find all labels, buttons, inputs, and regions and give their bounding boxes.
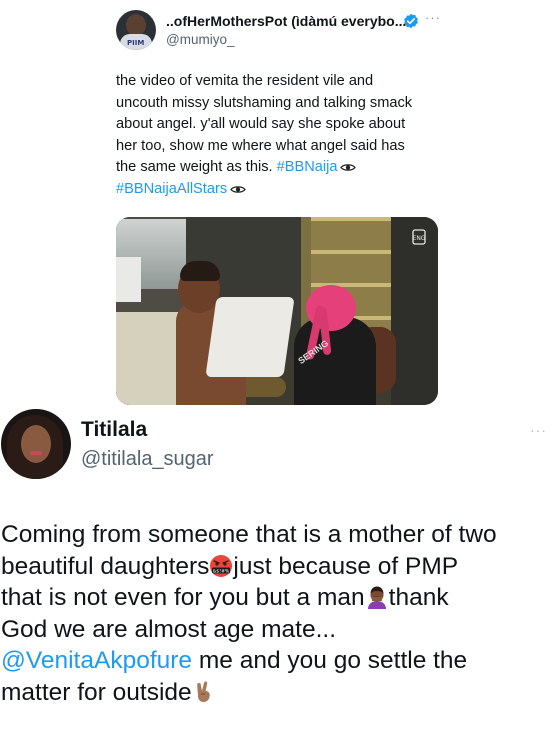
- tweet-text-fragment: matter for outside: [1, 678, 192, 706]
- tweet-text-fragment: me and you go settle the: [192, 647, 468, 674]
- reply-tweet-more-button[interactable]: ···: [530, 422, 547, 438]
- tweet-text-line: her too, show me where what angel said h…: [116, 137, 405, 154]
- scene-cloth: [116, 257, 141, 302]
- scene-sofa: [116, 312, 178, 405]
- quoted-tweet-avatar[interactable]: PIIM: [116, 10, 156, 50]
- avatar-face: [21, 425, 51, 463]
- watermark-logo-icon: ENG: [412, 229, 426, 245]
- scene-right-wall: [391, 217, 438, 405]
- reply-tweet-text: Coming from someone that is a mother of …: [1, 519, 553, 708]
- reply-tweet-avatar[interactable]: [1, 409, 71, 479]
- verified-badge-icon: [404, 13, 418, 29]
- tweet-hashtag-line: #BBNaijaAllStars: [116, 179, 446, 201]
- tweet-text-line: God we are almost age mate...: [1, 615, 336, 643]
- eye-emoji-icon: [340, 164, 357, 171]
- person-facepalm-emoji-icon: [367, 586, 386, 609]
- reply-tweet-handle[interactable]: @titilala_sugar: [81, 448, 214, 471]
- reply-tweet-display-name[interactable]: Titilala: [81, 418, 147, 442]
- tweet-text-line: the video of vemita the resident vile an…: [116, 73, 374, 89]
- watermark-text: ENG: [413, 235, 426, 242]
- tweet-text-line: about angel. y'all would say she spoke a…: [116, 116, 406, 132]
- tweet-text-line-with-hashtag: the same weight as this. #BBNaija: [116, 157, 446, 179]
- tweet-text-fragment: that is not even for you but a man: [1, 584, 365, 611]
- quoted-tweet-more-button[interactable]: ···: [425, 10, 441, 25]
- scene-towel: [205, 297, 295, 377]
- hashtag-link-bbnaija-allstars[interactable]: #BBNaijaAllStars: [116, 181, 227, 197]
- tweet-text-line: beautiful daughters &$!#% just because of …: [1, 551, 553, 583]
- victory-hand-emoji-icon: [196, 680, 210, 702]
- quoted-tweet-handle[interactable]: @mumiyo_: [166, 32, 234, 47]
- quoted-tweet-display-name[interactable]: ..ofHerMothersPot (ìdàmú everybo...: [166, 13, 406, 29]
- swearing-symbols-text: &$!#%: [213, 568, 230, 574]
- tweet-text-fragment: thank: [388, 584, 449, 611]
- mention-link-venitaakpofure[interactable]: @VenitaAkpofure: [1, 647, 192, 674]
- avatar-shirt-text: PIIM: [127, 39, 145, 47]
- tweet-text-fragment: beautiful daughters: [1, 552, 210, 580]
- scene-person-hair: [180, 261, 220, 281]
- avatar-face: [126, 14, 146, 36]
- tweet-text-line: that is not even for you but a man thank: [1, 582, 553, 614]
- tweet-text-line: matter for outside: [1, 677, 553, 709]
- tweet-text-line: @VenitaAkpofure me and you go settle the: [1, 645, 553, 677]
- hashtag-link-bbnaija[interactable]: #BBNaija: [277, 159, 338, 175]
- tweet-video-thumbnail[interactable]: SERING ENG: [116, 217, 438, 405]
- tweet-text-fragment: the same weight as this.: [116, 159, 273, 175]
- avatar-lips: [30, 451, 42, 455]
- quoted-tweet-text: the video of vemita the resident vile an…: [116, 71, 446, 200]
- tweet-text-line: uncouth missy slutshaming and talking sm…: [116, 94, 413, 111]
- tweet-text-line: Coming from someone that is a mother of …: [1, 521, 497, 548]
- swearing-face-emoji-icon: &$!#%: [210, 554, 233, 577]
- eye-emoji-icon: [230, 185, 246, 193]
- avatar-shirt: PIIM: [120, 34, 152, 50]
- tweet-text-fragment: just because of PMP: [233, 552, 459, 580]
